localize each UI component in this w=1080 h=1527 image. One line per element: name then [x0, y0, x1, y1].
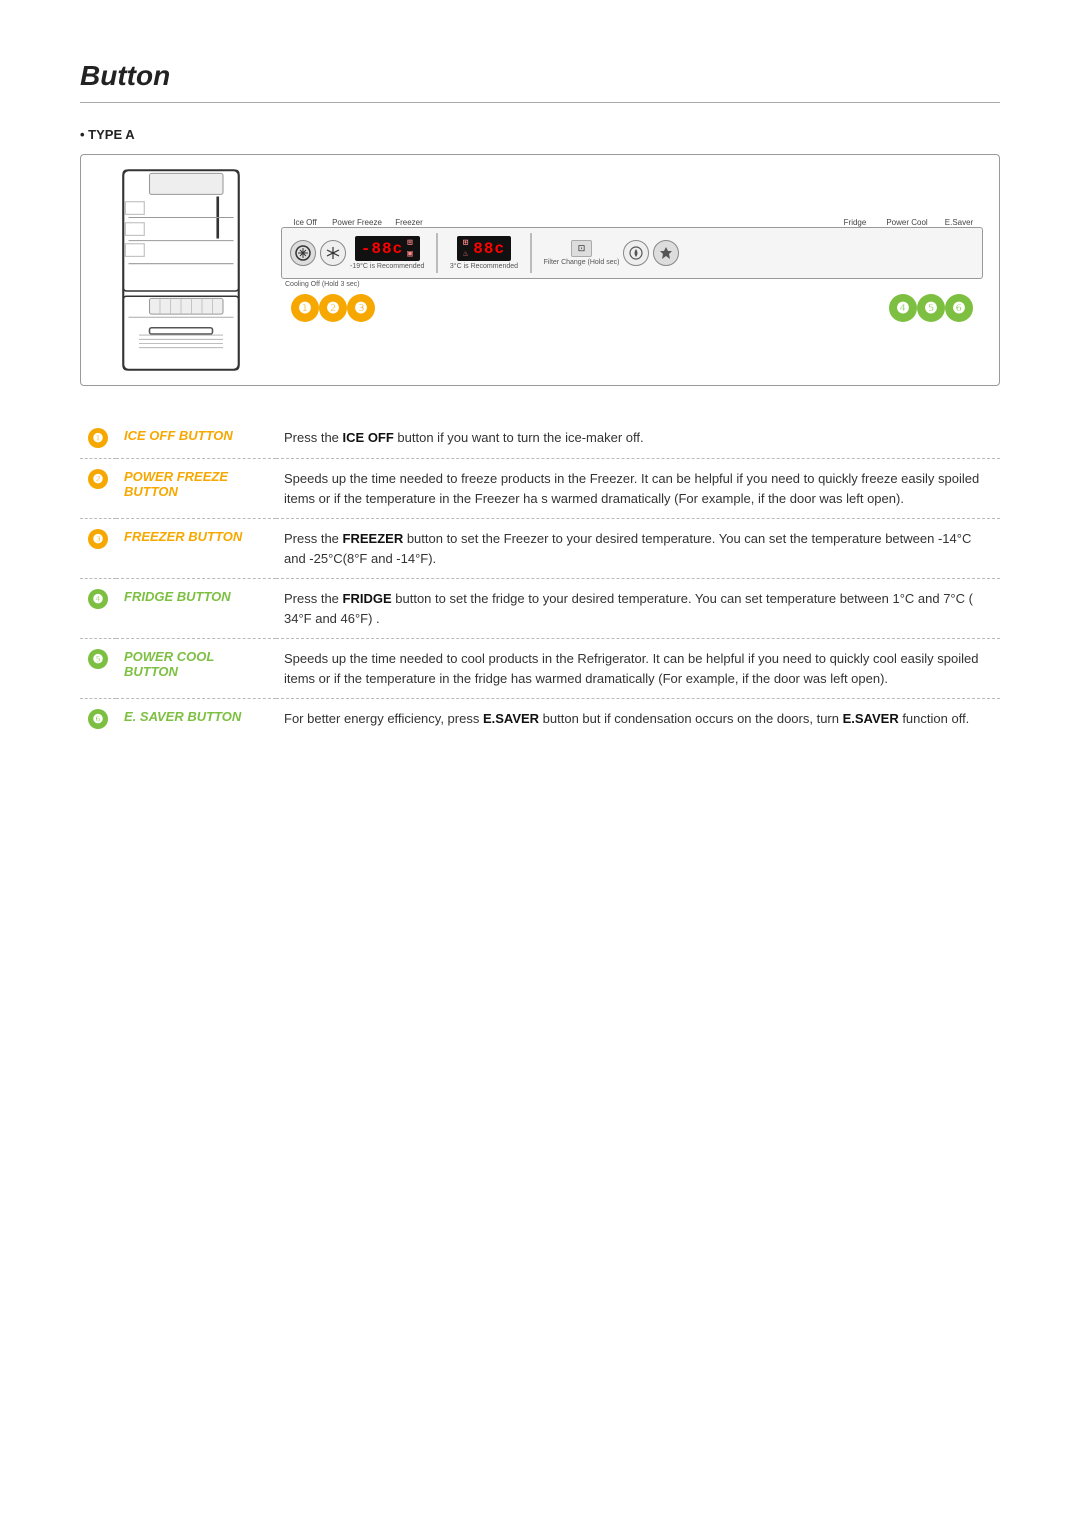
left-display: -88c ⊞ ▣: [355, 236, 420, 261]
ice-off-btn[interactable]: [290, 240, 316, 266]
btn-num-cell: ❶: [80, 418, 116, 459]
power-freeze-icon: [326, 246, 340, 260]
right-display-label: 3°C is Recommended: [450, 263, 518, 270]
btn-label-freezer: FREEZER BUTTON: [116, 519, 276, 579]
badge-1: ❶: [291, 294, 319, 322]
badge-sm-3: ❸: [88, 529, 108, 549]
btn-label-fridge: FRIDGE BUTTON: [116, 579, 276, 639]
btn-num-cell: ❺: [80, 639, 116, 699]
panel-labels-row: Ice Off Power Freeze Freezer Fridge Powe…: [281, 218, 983, 227]
right-display-icons: ⊞ ♨: [463, 238, 469, 259]
badge-3: ❸: [347, 294, 375, 322]
left-display-label: -19°C is Recommended: [350, 263, 424, 270]
table-row: ❺ POWER COOLBUTTON Speeds up the time ne…: [80, 639, 1000, 699]
table-row: ❶ ICE OFF BUTTON Press the ICE OFF butto…: [80, 418, 1000, 459]
badge-4: ❹: [889, 294, 917, 322]
badge-sm-2: ❷: [88, 469, 108, 489]
inner-panel: Ice Off Power Freeze Freezer Fridge Powe…: [281, 218, 983, 322]
btn-num-cell: ❹: [80, 579, 116, 639]
esaver-btn[interactable]: [653, 240, 679, 266]
cooling-off-label: Cooling Off (Hold 3 sec): [285, 281, 360, 288]
sub-labels-row: Cooling Off (Hold 3 sec): [281, 281, 983, 288]
label-power-freeze: Power Freeze: [327, 218, 387, 227]
btn-label-esaver: E. SAVER BUTTON: [116, 699, 276, 740]
btn-desc-freezer: Press the FREEZER button to set the Free…: [276, 519, 1000, 579]
power-cool-btn[interactable]: [623, 240, 649, 266]
right-display-group: ⊞ ♨ 88c 3°C is Recommended: [450, 236, 518, 270]
fridge-illustration: [91, 165, 271, 375]
control-panel: Ice Off Power Freeze Freezer Fridge Powe…: [271, 165, 983, 375]
left-display-group: -88c ⊞ ▣ -19°C is Recommended: [350, 236, 424, 270]
filter-label: Filter Change (Hold sec): [544, 259, 620, 266]
btn-num-cell: ❻: [80, 699, 116, 740]
panel-divider2: [530, 233, 532, 273]
panel-divider: [436, 233, 438, 273]
badge-2: ❷: [319, 294, 347, 322]
type-label: • TYPE A: [80, 127, 1000, 142]
diagram-container: Ice Off Power Freeze Freezer Fridge Powe…: [80, 154, 1000, 386]
btn-desc-power-cool: Speeds up the time needed to cool produc…: [276, 639, 1000, 699]
table-row: ❸ FREEZER BUTTON Press the FREEZER butto…: [80, 519, 1000, 579]
table-row: ❹ FRIDGE BUTTON Press the FRIDGE button …: [80, 579, 1000, 639]
btn-desc-ice-off: Press the ICE OFF button if you want to …: [276, 418, 1000, 459]
left-display-text: -88c: [361, 240, 403, 258]
btn-num-cell: ❸: [80, 519, 116, 579]
esaver-icon: [659, 246, 673, 260]
badge-row: ❶ ❷ ❸ ❹ ❺ ❻: [281, 294, 983, 322]
filter-group: ⊡ Filter Change (Hold sec): [544, 240, 620, 266]
badge-6: ❻: [945, 294, 973, 322]
btn-label-ice-off: ICE OFF BUTTON: [116, 418, 276, 459]
title-divider: [80, 102, 1000, 103]
label-fridge: Fridge: [835, 218, 875, 227]
btn-desc-esaver: For better energy efficiency, press E.SA…: [276, 699, 1000, 740]
badge-5: ❺: [917, 294, 945, 322]
badge-sm-1: ❶: [88, 428, 108, 448]
badge-sm-6: ❻: [88, 709, 108, 729]
buttons-table: ❶ ICE OFF BUTTON Press the ICE OFF butto…: [80, 418, 1000, 739]
label-freezer: Freezer: [389, 218, 429, 227]
page-title: Button: [80, 60, 1000, 92]
filter-icon: ⊡: [578, 243, 586, 254]
power-cool-icon: [629, 246, 643, 260]
badge-sm-4: ❹: [88, 589, 108, 609]
right-display-text: 88c: [473, 240, 505, 258]
btn-label-power-cool: POWER COOLBUTTON: [116, 639, 276, 699]
btn-desc-fridge: Press the FRIDGE button to set the fridg…: [276, 579, 1000, 639]
right-display: ⊞ ♨ 88c: [457, 236, 511, 261]
btn-label-power-freeze: POWER FREEZEBUTTON: [116, 459, 276, 519]
fridge-svg: [101, 165, 261, 375]
btn-num-cell: ❷: [80, 459, 116, 519]
badge-sm-5: ❺: [88, 649, 108, 669]
ice-off-icon: [295, 245, 311, 261]
panel-body: -88c ⊞ ▣ -19°C is Recommended ⊞ ♨: [281, 227, 983, 279]
power-freeze-btn[interactable]: [320, 240, 346, 266]
label-ice-off: Ice Off: [285, 218, 325, 227]
btn-desc-power-freeze: Speeds up the time needed to freeze prod…: [276, 459, 1000, 519]
filter-display: ⊡: [571, 240, 593, 257]
label-power-cool: Power Cool: [877, 218, 937, 227]
left-display-icons: ⊞ ▣: [407, 238, 413, 259]
table-row: ❷ POWER FREEZEBUTTON Speeds up the time …: [80, 459, 1000, 519]
label-esaver: E.Saver: [939, 218, 979, 227]
table-row: ❻ E. SAVER BUTTON For better energy effi…: [80, 699, 1000, 740]
